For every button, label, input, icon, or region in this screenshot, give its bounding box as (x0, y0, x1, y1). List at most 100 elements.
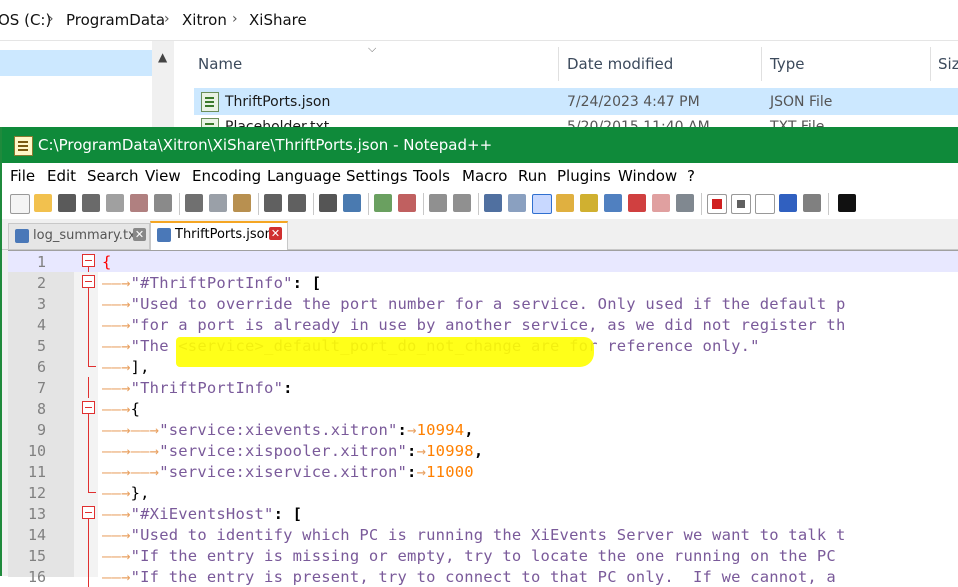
show-all-chars-icon[interactable] (508, 194, 526, 212)
breadcrumb-xishare[interactable]: XiShare (249, 11, 307, 29)
plugin-j-icon[interactable] (838, 194, 856, 212)
scroll-up-icon[interactable]: ▲ (158, 50, 167, 64)
toolbar-divider (828, 193, 829, 215)
document-list-icon[interactable] (604, 194, 622, 212)
folder-workspace-icon[interactable] (652, 194, 670, 212)
menu-window[interactable]: Window (618, 167, 677, 185)
menu-settings[interactable]: Settings (346, 167, 408, 185)
stop-macro-icon[interactable] (731, 194, 751, 214)
cut-icon[interactable] (185, 194, 203, 212)
menu-plugins[interactable]: Plugins (557, 167, 611, 185)
breadcrumb-xitron[interactable]: Xitron (182, 11, 227, 29)
redo-icon[interactable] (288, 194, 306, 212)
undo-icon[interactable] (264, 194, 282, 212)
fold-toggle-icon[interactable] (82, 506, 95, 519)
sync-vertical-icon[interactable] (429, 194, 447, 212)
code-line[interactable]: 9 ——→——→"service:xievents.xitron":→10994, (8, 419, 958, 440)
breadcrumb-programdata[interactable]: ProgramData (66, 11, 165, 29)
file-name[interactable]: ThriftPorts.json (225, 94, 330, 110)
code-line[interactable]: 7 ——→"ThriftPortInfo": (8, 377, 958, 398)
save-macro-icon[interactable] (803, 194, 821, 212)
paste-icon[interactable] (233, 194, 251, 212)
code-line[interactable]: 15 ——→"If the entry is missing or empty, … (8, 545, 958, 566)
column-divider[interactable] (558, 47, 559, 81)
word-wrap-icon[interactable] (484, 194, 502, 212)
column-type[interactable]: Type (770, 55, 804, 73)
code-line[interactable]: 10 ——→——→"service:xispooler.xitron":→1099… (8, 440, 958, 461)
chevron-right-icon: › (48, 11, 54, 27)
column-name[interactable]: Name (198, 55, 242, 73)
user-language-icon[interactable] (556, 194, 574, 212)
yellow-highlight-marker (176, 337, 594, 367)
editor-area[interactable]: 1{2 ——→"#ThriftPortInfo": [3 ——→"Used to o… (8, 250, 958, 587)
play-macro-icon[interactable] (755, 194, 775, 214)
menu-encoding[interactable]: Encoding (192, 167, 261, 185)
chevron-right-icon: › (232, 11, 238, 27)
code-line[interactable]: 4 ——→"for a port is already in use by ano… (8, 314, 958, 335)
code-line[interactable]: 3 ——→"Used to override the port number fo… (8, 293, 958, 314)
breadcrumb-os-c[interactable]: OS (C:) (0, 11, 51, 29)
close-tab-icon[interactable]: ✕ (133, 228, 146, 241)
menu-macro[interactable]: Macro (462, 167, 507, 185)
code-line[interactable]: 14 ——→"Used to identify which PC is runni… (8, 524, 958, 545)
code-punctuation: , (464, 421, 474, 439)
record-macro-icon[interactable] (707, 194, 727, 214)
monitoring-icon[interactable] (676, 194, 694, 212)
save-icon[interactable] (58, 194, 76, 212)
close-tab-icon[interactable]: ✕ (269, 227, 282, 240)
menu-file[interactable]: File (10, 167, 35, 185)
menu-view[interactable]: View (145, 167, 181, 185)
menu-language[interactable]: Language (267, 167, 341, 185)
code-punctuation: : (397, 421, 408, 439)
menu-tools[interactable]: Tools (413, 167, 450, 185)
tab-label: log_summary.txt (33, 228, 141, 243)
fold-guide (88, 293, 89, 314)
fold-toggle-icon[interactable] (82, 275, 95, 288)
close-all-icon[interactable] (130, 194, 148, 212)
find-icon[interactable] (319, 194, 337, 212)
code-text: ——→——→"service:xiservice.xitron":→11000 (102, 463, 474, 481)
column-divider[interactable] (930, 47, 931, 81)
tab-log-summary[interactable]: log_summary.txt ✕ (8, 223, 150, 250)
column-size[interactable]: Size (938, 55, 958, 73)
toolbar (2, 189, 958, 220)
tab-arrow-icon: ——→ (130, 442, 160, 460)
code-line[interactable]: 12 ——→}, (8, 482, 958, 503)
code-line[interactable]: 16 ——→"If the entry is present, try to co… (8, 566, 958, 587)
open-folder-icon[interactable] (34, 194, 52, 212)
zoom-in-icon[interactable] (374, 194, 392, 212)
menu-search[interactable]: Search (87, 167, 139, 185)
explorer-address-bar[interactable]: OS (C:) › ProgramData › Xitron › XiShare (0, 0, 958, 41)
title-bar[interactable]: C:\ProgramData\Xitron\XiShare\ThriftPort… (2, 127, 958, 163)
code-punctuation: : [ (273, 505, 303, 523)
indent-guide-icon[interactable] (532, 194, 552, 214)
copy-icon[interactable] (209, 194, 227, 212)
code-line[interactable]: 1{ (8, 251, 958, 272)
sync-horizontal-icon[interactable] (453, 194, 471, 212)
menu-help[interactable]: ? (687, 167, 695, 185)
code-line[interactable]: 13 ——→"#XiEventsHost": [ (8, 503, 958, 524)
code-line[interactable]: 8 ——→{ (8, 398, 958, 419)
column-divider[interactable] (761, 47, 762, 81)
save-all-icon[interactable] (82, 194, 100, 212)
new-file-icon[interactable] (10, 194, 30, 214)
line-number: 2 (36, 274, 46, 292)
column-date-modified[interactable]: Date modified (567, 55, 673, 73)
close-file-icon[interactable] (106, 194, 124, 212)
replace-icon[interactable] (343, 194, 361, 212)
zoom-out-icon[interactable] (398, 194, 416, 212)
code-line[interactable]: 2 ——→"#ThriftPortInfo": [ (8, 272, 958, 293)
menu-run[interactable]: Run (518, 167, 547, 185)
function-list-icon[interactable] (628, 194, 646, 212)
code-line[interactable]: 11 ——→——→"service:xiservice.xitron":→1100… (8, 461, 958, 482)
fold-toggle-icon[interactable] (82, 254, 95, 267)
print-icon[interactable] (154, 194, 172, 212)
fold-toggle-icon[interactable] (82, 401, 95, 414)
tab-thriftports[interactable]: ThriftPorts.json ✕ (150, 221, 288, 250)
doc-map-icon[interactable] (580, 194, 598, 212)
fold-guide (88, 314, 89, 335)
menu-edit[interactable]: Edit (47, 167, 76, 185)
run-macro-multiple-icon[interactable] (779, 194, 797, 212)
code-punctuation: }, (130, 484, 150, 502)
navigation-selected-item[interactable] (0, 50, 152, 76)
